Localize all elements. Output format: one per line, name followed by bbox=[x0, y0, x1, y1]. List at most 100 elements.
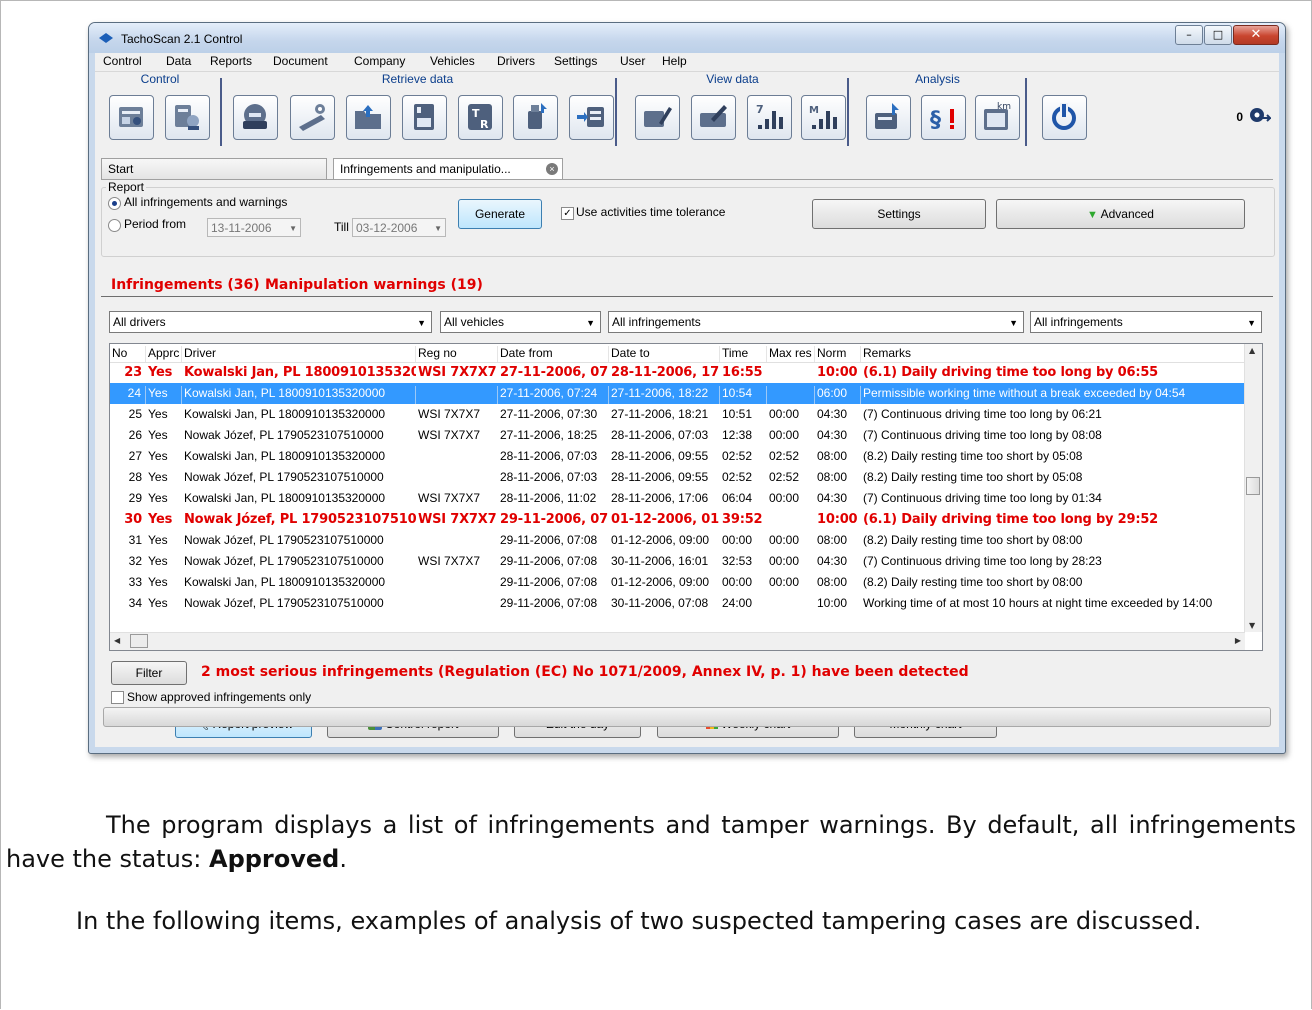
menu-settings[interactable]: Settings bbox=[554, 54, 597, 68]
column-header-from[interactable]: Date from bbox=[498, 346, 609, 362]
cell-from: 29-11-2006, 07:08 bbox=[500, 554, 598, 568]
usb-download-icon[interactable] bbox=[513, 95, 558, 140]
minimize-icon: – bbox=[1186, 28, 1192, 41]
cell-no: 30 bbox=[124, 512, 142, 527]
column-header-no[interactable]: No bbox=[110, 346, 146, 362]
column-header-norm[interactable]: Norm bbox=[815, 346, 861, 362]
generate-button[interactable]: Generate bbox=[458, 199, 542, 229]
cell-time: 06:04 bbox=[722, 491, 753, 505]
power-icon[interactable] bbox=[1042, 95, 1087, 140]
km-calendar-icon[interactable]: km bbox=[975, 95, 1020, 140]
column-header-appr[interactable]: Apprc bbox=[146, 346, 182, 362]
column-header-max[interactable]: Max res bbox=[767, 346, 815, 362]
table-row[interactable]: 23 Yes Kowalski Jan, PL 18009101353200 WSI … bbox=[110, 362, 1245, 383]
menu-help[interactable]: Help bbox=[662, 54, 687, 68]
title-bar[interactable]: TachoScan 2.1 Control – □ ✕ bbox=[89, 23, 1285, 53]
cell-driver: Kowalski Jan, PL 1800910135320000 bbox=[184, 575, 386, 589]
column-header-reg[interactable]: Reg no bbox=[416, 346, 498, 362]
card-transfer-icon[interactable] bbox=[569, 95, 614, 140]
infringement-filter-select[interactable]: All infringements ▼ bbox=[608, 311, 1024, 333]
edit-vehicle-icon[interactable] bbox=[635, 95, 680, 140]
tab-start[interactable]: Start bbox=[101, 158, 327, 179]
edit-card-icon[interactable] bbox=[691, 95, 736, 140]
cell-driver: Kowalski Jan, PL 1800910135320000 bbox=[182, 386, 416, 404]
maximize-icon: □ bbox=[1212, 28, 1224, 41]
menu-drivers[interactable]: Drivers bbox=[497, 54, 535, 68]
filter-button[interactable]: Filter bbox=[111, 661, 187, 685]
card-file-icon[interactable] bbox=[402, 95, 447, 140]
menu-reports[interactable]: Reports bbox=[210, 54, 252, 68]
tab-infringements[interactable]: Infringements and manipulatio... × bbox=[333, 158, 563, 179]
cell-norm: 08:00 bbox=[817, 470, 848, 484]
column-header-driver[interactable]: Driver bbox=[182, 346, 416, 362]
menu-control[interactable]: Control bbox=[103, 54, 142, 68]
menu-user[interactable]: User bbox=[620, 54, 645, 68]
driver-filter-select[interactable]: All drivers ▼ bbox=[109, 311, 432, 333]
analysis-export-icon[interactable] bbox=[866, 95, 911, 140]
date-from-field[interactable]: 13-11-2006 ▼ bbox=[207, 218, 301, 237]
table-row[interactable]: 33 Yes Kowalski Jan, PL 1800910135320000 29… bbox=[110, 572, 1245, 593]
infringement-type-select[interactable]: All infringements ▼ bbox=[1030, 311, 1262, 333]
table-row[interactable]: 30 Yes Nowak Józef, PL 17905231075100 WSI 7… bbox=[110, 509, 1245, 530]
control-report-icon[interactable] bbox=[109, 95, 154, 140]
table-row[interactable]: 29 Yes Kowalski Jan, PL 1800910135320000 WS… bbox=[110, 488, 1245, 509]
maximize-button[interactable]: □ bbox=[1204, 25, 1232, 45]
column-header-time[interactable]: Time bbox=[720, 346, 767, 362]
regulation-icon[interactable]: § bbox=[921, 95, 966, 140]
table-row[interactable]: 31 Yes Nowak Józef, PL 1790523107510000 29-… bbox=[110, 530, 1245, 551]
chevron-down-icon: ▼ bbox=[586, 318, 595, 328]
table-row[interactable]: 32 Yes Nowak Józef, PL 1790523107510000 WSI… bbox=[110, 551, 1245, 572]
tab-close-icon[interactable]: × bbox=[546, 163, 558, 175]
user-card-icon[interactable] bbox=[165, 95, 210, 140]
disk-arrow-icon[interactable] bbox=[1249, 106, 1271, 124]
tab-manipulation-warnings[interactable]: Manipulation warnings (19) bbox=[265, 276, 483, 294]
vehicle-filter-select[interactable]: All vehicles ▼ bbox=[440, 311, 601, 333]
menu-company[interactable]: Company bbox=[354, 54, 405, 68]
monthly-chart-icon[interactable]: M bbox=[801, 95, 846, 140]
scroll-down-icon[interactable]: ▼ bbox=[1249, 621, 1255, 630]
client-area: Control Data Reports Document Company Ve… bbox=[95, 53, 1279, 747]
cell-appr: Yes bbox=[148, 491, 168, 505]
vertical-scrollbar[interactable]: ▲ ▼ bbox=[1244, 344, 1262, 632]
cell-no: 29 bbox=[128, 491, 142, 505]
scroll-up-icon[interactable]: ▲ bbox=[1249, 346, 1255, 355]
menu-data[interactable]: Data bbox=[166, 54, 191, 68]
horizontal-scroll-thumb[interactable] bbox=[130, 634, 148, 648]
cell-reg bbox=[416, 449, 498, 467]
advanced-button[interactable]: ▼ Advanced bbox=[996, 199, 1245, 229]
date-till-field[interactable]: 03-12-2006 ▼ bbox=[352, 218, 446, 237]
minimize-button[interactable]: – bbox=[1175, 25, 1203, 45]
tab-manipulation-label: Manipulation warnings (19) bbox=[265, 277, 483, 293]
column-header-remarks[interactable]: Remarks bbox=[861, 346, 1245, 362]
menu-document[interactable]: Document bbox=[273, 54, 328, 68]
tab-infringements-count[interactable]: Infringements (36) bbox=[111, 276, 260, 294]
table-row[interactable]: 27 Yes Kowalski Jan, PL 1800910135320000 28… bbox=[110, 446, 1245, 467]
radio-all-infringements[interactable] bbox=[108, 197, 121, 210]
settings-button[interactable]: Settings bbox=[812, 199, 986, 229]
open-folder-icon[interactable] bbox=[346, 95, 391, 140]
table-row[interactable]: 26 Yes Nowak Józef, PL 1790523107510000 WSI… bbox=[110, 425, 1245, 446]
card-reader-icon[interactable] bbox=[233, 95, 278, 140]
close-button[interactable]: ✕ bbox=[1233, 25, 1279, 45]
tolerance-checkbox[interactable]: ✓ bbox=[561, 207, 574, 220]
table-row[interactable]: 34 Yes Nowak Józef, PL 1790523107510000 29-… bbox=[110, 593, 1245, 614]
table-row[interactable]: 28 Yes Nowak Józef, PL 1790523107510000 28-… bbox=[110, 467, 1245, 488]
radio-period[interactable] bbox=[108, 219, 121, 232]
show-approved-checkbox[interactable] bbox=[111, 691, 124, 704]
cell-time: 16:55 bbox=[722, 365, 763, 380]
infringement-filter-value: All infringements bbox=[612, 315, 701, 329]
weekly-chart-icon[interactable]: 7 bbox=[747, 95, 792, 140]
menu-vehicles[interactable]: Vehicles bbox=[430, 54, 475, 68]
scroll-left-icon[interactable]: ◀ bbox=[114, 636, 120, 645]
vertical-scroll-thumb[interactable] bbox=[1246, 477, 1260, 495]
cell-appr: Yes bbox=[148, 575, 168, 589]
cell-remarks: (8.2) Daily resting time too short by 08… bbox=[863, 533, 1083, 547]
table-row[interactable]: 25 Yes Kowalski Jan, PL 1800910135320000 WS… bbox=[110, 404, 1245, 425]
download-settings-icon[interactable] bbox=[290, 95, 335, 140]
tr-file-icon[interactable]: TR bbox=[458, 95, 503, 140]
horizontal-scrollbar[interactable]: ◀ ▶ bbox=[110, 632, 1245, 650]
scroll-right-icon[interactable]: ▶ bbox=[1235, 636, 1241, 645]
column-header-to[interactable]: Date to bbox=[609, 346, 720, 362]
table-row[interactable]: 24 Yes Kowalski Jan, PL 1800910135320000 27… bbox=[110, 383, 1245, 404]
table-header: No Apprc Driver Reg no Date from Date to Time M… bbox=[110, 344, 1245, 363]
